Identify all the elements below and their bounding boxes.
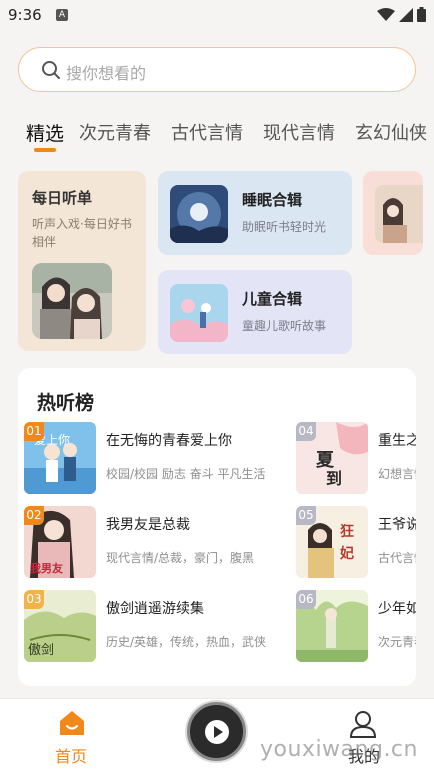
kids-collection-card[interactable]: 儿童合辑 童趣儿歌听故事: [158, 270, 352, 354]
svg-text:我男友: 我男友: [30, 561, 63, 575]
ranking-item-03[interactable]: 傲剑 03 傲剑逍遥游续集 历史/英雄，传统，热血，武侠: [24, 590, 284, 664]
rank-badge: 01: [24, 422, 44, 441]
wifi-icon: [377, 7, 395, 21]
book-cover: 06: [296, 590, 368, 662]
svg-text:傲剑: 傲剑: [28, 642, 54, 658]
book-title: 王爷说堂: [378, 517, 416, 533]
ranking-item-06[interactable]: 06 少年如 次元青春: [296, 590, 416, 664]
book-tags: 现代言情/总裁，豪门，腹黑: [106, 551, 255, 565]
active-tab-indicator: [34, 148, 56, 152]
book-title: 重生之: [378, 433, 416, 449]
signal-icon: [399, 7, 413, 22]
rank-badge: 02: [24, 506, 44, 525]
svg-text:夏: 夏: [316, 450, 335, 471]
daily-list-card[interactable]: 每日听单 听声入戏·每日好书相伴: [18, 171, 146, 351]
daily-list-cover: [32, 263, 112, 339]
play-icon: [205, 720, 229, 744]
nav-home-label: 首页: [55, 747, 88, 766]
book-title: 傲剑逍遥游续集: [106, 601, 204, 617]
rank-badge: 06: [296, 590, 316, 609]
book-cover: 傲剑 03: [24, 590, 96, 662]
tab-featured[interactable]: 精选: [26, 119, 64, 146]
user-icon: [349, 711, 377, 738]
book-tags: 幻想言情: [378, 467, 416, 481]
rank-badge: 05: [296, 506, 316, 525]
book-title: 少年如: [378, 601, 416, 617]
nav-home[interactable]: 首页: [45, 705, 99, 766]
battery-icon: [417, 7, 426, 22]
tab-fantasy[interactable]: 玄幻仙侠: [355, 119, 427, 145]
sleep-collection-card[interactable]: 睡眠合辑 助眠听书轻时光: [158, 171, 352, 255]
book-cover: 我男友 02: [24, 506, 96, 578]
watermark-text: youxiwang.cn: [260, 737, 418, 762]
sleep-collection-subtitle: 助眠听书轻时光: [242, 220, 327, 234]
status-time: 9:36: [8, 6, 42, 24]
tab-ancient-romance[interactable]: 古代言情: [171, 119, 243, 145]
book-cover: 夏 到 04: [296, 422, 368, 494]
sleep-collection-cover: [170, 185, 228, 243]
kids-collection-cover: [170, 284, 228, 342]
svg-text:狂: 狂: [340, 523, 354, 540]
status-bar: 9:36 A: [0, 0, 434, 30]
category-tabs: 精选 次元青春 古代言情 现代言情 玄幻仙侠: [0, 115, 434, 157]
kids-collection-subtitle: 童趣儿歌听故事: [242, 319, 327, 333]
home-icon: [60, 711, 84, 735]
svg-text:妃: 妃: [340, 545, 354, 562]
hot-ranking-panel: 热听榜 爱上你 01 在无悔的青春爱上你 校园/校园 励志 奋斗 平凡生活 我男…: [18, 368, 416, 686]
search-icon: [42, 61, 60, 79]
book-title: 我男友是总裁: [106, 517, 190, 533]
notification-icon: A: [56, 9, 68, 21]
book-tags: 校园/校园 励志 奋斗 平凡生活: [106, 467, 266, 481]
book-tags: 古代言情: [378, 551, 416, 565]
ranking-item-05[interactable]: 狂 妃 05 王爷说堂 古代言情: [296, 506, 416, 580]
daily-list-title: 每日听单: [32, 189, 93, 207]
tab-modern-romance[interactable]: 现代言情: [263, 119, 335, 145]
book-tags: 次元青春: [378, 635, 416, 649]
kids-collection-title: 儿童合辑: [242, 290, 303, 308]
daily-list-subtitle: 听声入戏·每日好书相伴: [32, 217, 132, 249]
ranking-item-04[interactable]: 夏 到 04 重生之 幻想言情: [296, 422, 416, 496]
collection-card-peek[interactable]: [363, 171, 423, 255]
search-placeholder: 搜你想看的: [66, 64, 147, 83]
sleep-collection-title: 睡眠合辑: [242, 191, 303, 209]
rank-badge: 04: [296, 422, 316, 441]
svg-text:到: 到: [326, 469, 342, 488]
mini-player-button[interactable]: [187, 702, 246, 761]
book-cover: 爱上你 01: [24, 422, 96, 494]
collection-peek-cover: [375, 185, 423, 243]
book-cover: 狂 妃 05: [296, 506, 368, 578]
ranking-item-01[interactable]: 爱上你 01 在无悔的青春爱上你 校园/校园 励志 奋斗 平凡生活: [24, 422, 284, 496]
book-title: 在无悔的青春爱上你: [106, 433, 232, 449]
hot-ranking-title: 热听榜: [37, 392, 95, 414]
search-bar[interactable]: 搜你想看的: [18, 47, 416, 92]
tab-youth[interactable]: 次元青春: [79, 119, 151, 145]
status-icons: [377, 7, 426, 22]
ranking-item-02[interactable]: 我男友 02 我男友是总裁 现代言情/总裁，豪门，腹黑: [24, 506, 284, 580]
rank-badge: 03: [24, 590, 44, 609]
book-tags: 历史/英雄，传统，热血，武侠: [106, 635, 267, 649]
